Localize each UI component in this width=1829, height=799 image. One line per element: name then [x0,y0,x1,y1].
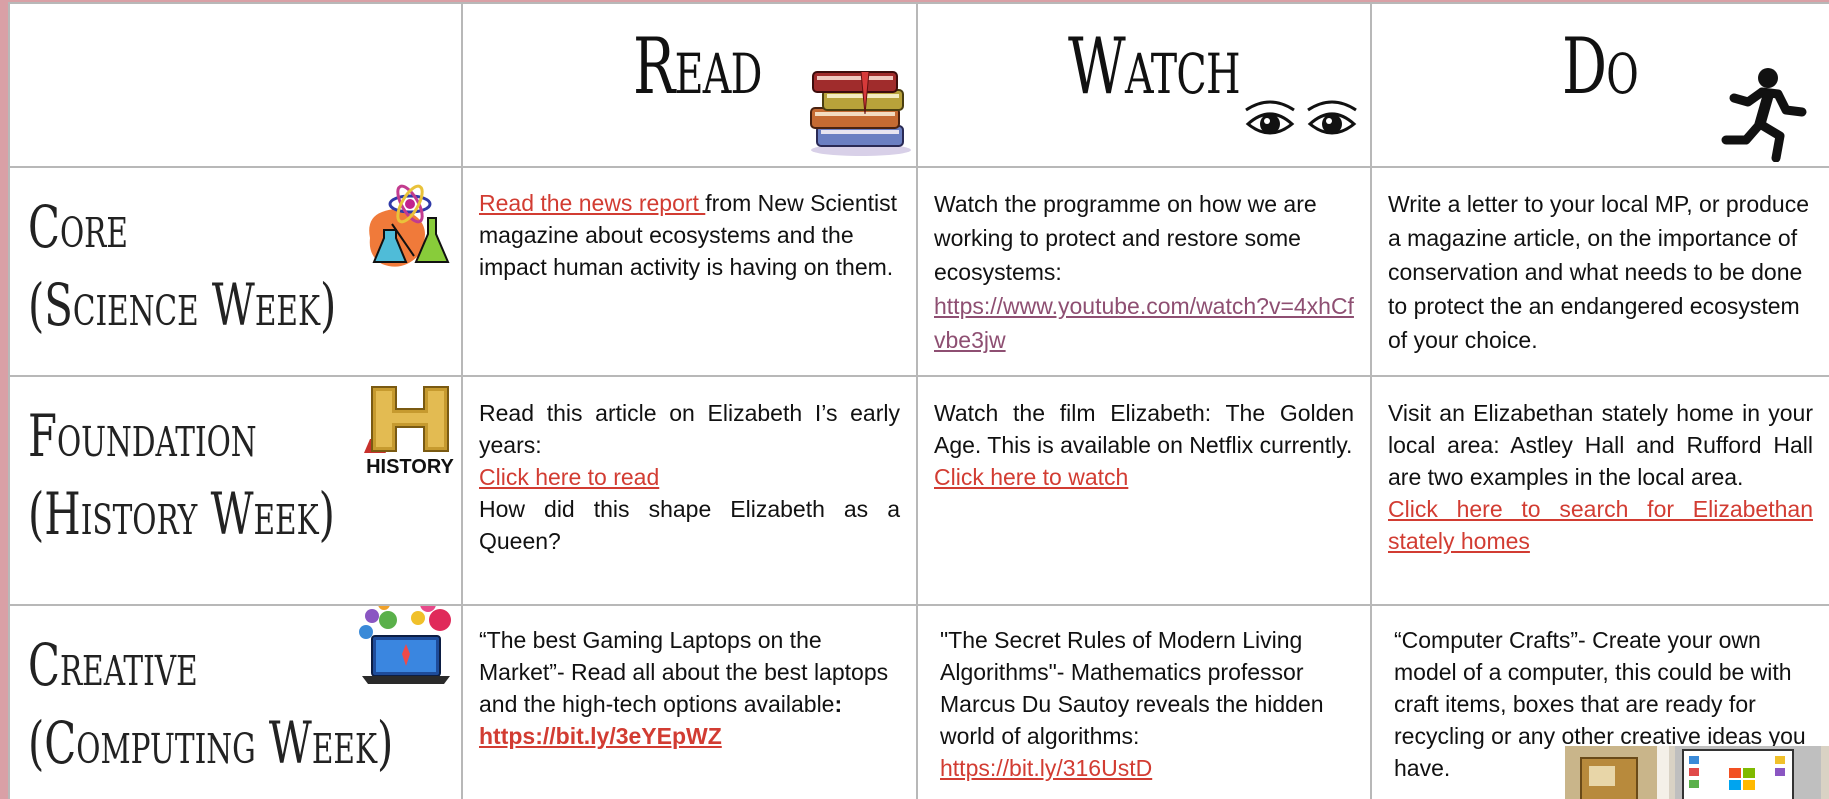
foundation-label-cell: Foundation (History Week) HISTORY [8,375,463,606]
history-logo-text: HISTORY [366,456,454,478]
computing-laptop-icon [359,607,451,684]
core-watch-text: Watch the programme on how we are workin… [934,187,1354,357]
core-do-cell: Write a letter to your local MP, or prod… [1370,166,1829,377]
foundation-read-question: How did this shape Elizabeth as a Queen? [479,496,900,554]
computer-crafts-photo [1565,746,1828,798]
foundation-read-link[interactable]: Click here to read [479,464,659,490]
corner-cell [8,2,463,168]
core-read-text: Read the news report from New Scientist … [479,187,900,283]
creative-watch-text: "The Secret Rules of Modern Living Algor… [940,624,1354,784]
creative-read-colon: : [834,691,843,717]
foundation-read-text: Read this article on Elizabeth I’s early… [479,397,900,557]
foundation-subtitle: (History Week) [28,480,335,548]
foundation-read-description: Read this article on Elizabeth I’s early… [479,400,900,458]
science-flasks-icon [369,184,450,267]
read-heading: Read [633,22,762,112]
core-label-cell: Core (Science Week) [8,166,463,377]
read-header-cell: Read [461,2,918,168]
creative-watch-link[interactable]: https://bit.ly/316UstD [940,755,1152,781]
creative-read-link[interactable]: https://bit.ly/3eYEpWZ [479,723,722,749]
creative-read-text: “The best Gaming Laptops on the Market”-… [479,624,900,752]
foundation-do-link[interactable]: Click here to search for Elizabethan sta… [1388,496,1813,554]
creative-read-description: “The best Gaming Laptops on the Market”-… [479,627,889,717]
core-row: Core (Science Week) Read the news report… [8,166,1829,377]
creative-watch-cell: "The Secret Rules of Modern Living Algor… [916,604,1372,799]
creative-title: Creative [28,631,198,699]
watch-heading: Watch [1068,22,1241,112]
eyes-icon [1245,100,1357,135]
foundation-watch-link[interactable]: Click here to watch [934,464,1128,490]
watch-header-cell: Watch [916,2,1372,168]
foundation-watch-cell: Watch the film Elizabeth: The Golden Age… [916,375,1372,606]
activity-grid: Read Watch Do Core (Science Week) Read t… [8,2,1829,799]
foundation-do-description: Visit an Elizabethan stately home in you… [1388,400,1813,490]
foundation-watch-text: Watch the film Elizabeth: The Golden Age… [934,397,1354,493]
core-read-link[interactable]: Read the news report [479,190,705,216]
creative-do-cell: “Computer Crafts”- Create your own model… [1370,604,1829,799]
history-channel-logo-icon: HISTORY [364,386,455,478]
foundation-read-cell: Read this article on Elizabeth I’s early… [461,375,918,606]
creative-label-cell: Creative (Computing Week) [8,604,463,799]
core-title: Core [28,193,128,261]
core-watch-description: Watch the programme on how we are workin… [934,191,1317,285]
core-watch-cell: Watch the programme on how we are workin… [916,166,1372,377]
foundation-do-text: Visit an Elizabethan stately home in you… [1388,397,1813,557]
books-icon [810,71,911,156]
creative-subtitle: (Computing Week) [28,709,394,777]
do-heading: Do [1562,22,1639,112]
activity-board: Read Watch Do Core (Science Week) Read t… [8,2,1829,799]
core-read-cell: Read the news report from New Scientist … [461,166,918,377]
foundation-do-cell: Visit an Elizabethan stately home in you… [1370,375,1829,606]
header-row: Read Watch Do [8,2,1829,168]
do-header-cell: Do [1370,2,1829,168]
core-do-text: Write a letter to your local MP, or prod… [1388,191,1810,353]
core-watch-youtube-link[interactable]: https://www.youtube.com/watch?v=4xhCfvbe… [934,293,1354,353]
creative-row: Creative (Computing Week) “The best Gami… [8,604,1829,799]
foundation-title: Foundation [28,402,257,470]
core-subtitle: (Science Week) [28,271,337,339]
creative-watch-description: "The Secret Rules of Modern Living Algor… [940,627,1324,749]
foundation-row: Foundation (History Week) HISTORY Read t… [8,375,1829,606]
creative-read-cell: “The best Gaming Laptops on the Market”-… [461,604,918,799]
running-person-icon [1721,68,1807,162]
foundation-watch-description: Watch the film Elizabeth: The Golden Age… [934,400,1354,458]
